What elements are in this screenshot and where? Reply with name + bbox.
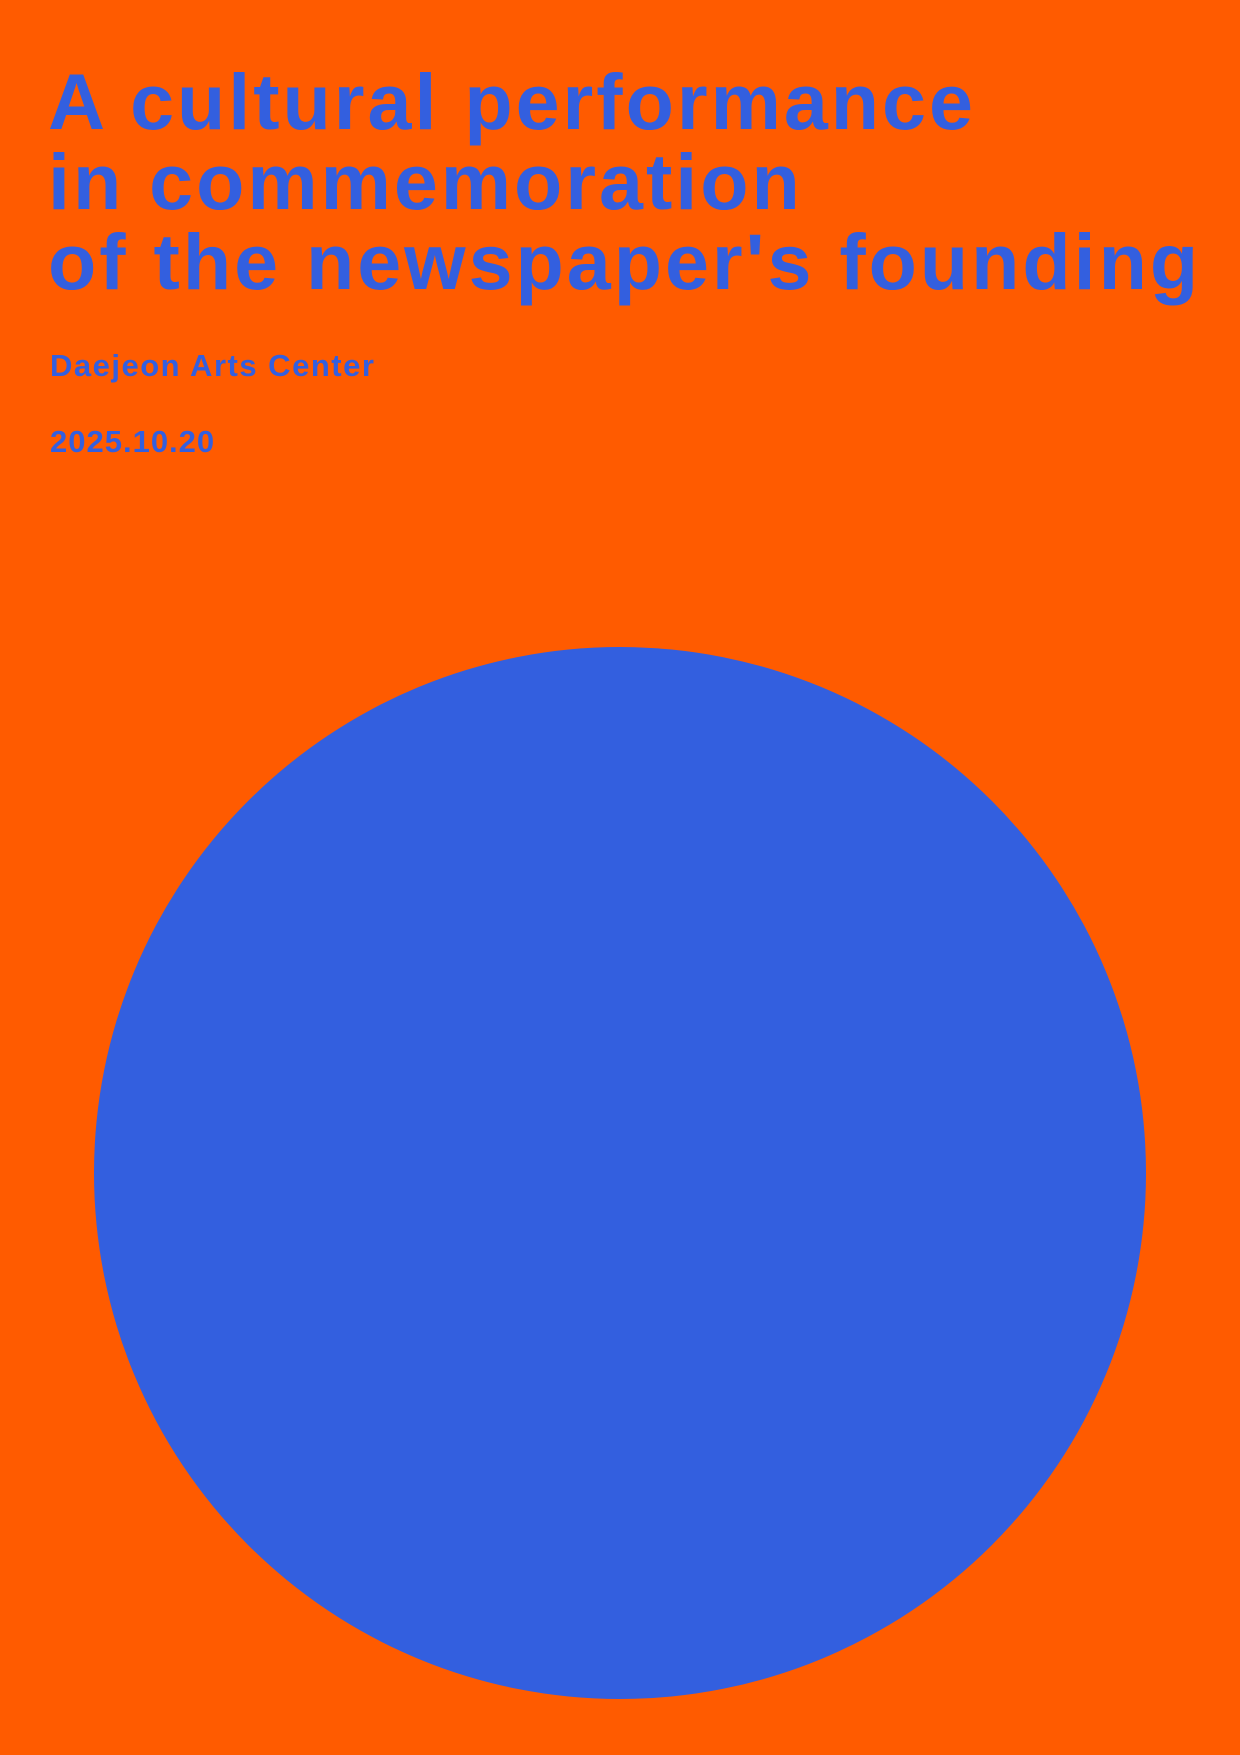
title-line-3: of the newspaper's founding bbox=[48, 217, 1202, 306]
circle-graphic bbox=[94, 647, 1146, 1699]
event-date: 2025.10.20 bbox=[50, 424, 216, 459]
venue-label: Daejeon Arts Center bbox=[50, 348, 376, 383]
title-line-2: in commemoration bbox=[48, 137, 803, 226]
poster-title: A cultural performance in commemoration … bbox=[48, 62, 1201, 302]
title-line-1: A cultural performance bbox=[48, 57, 976, 146]
poster: A cultural performance in commemoration … bbox=[0, 0, 1240, 1755]
